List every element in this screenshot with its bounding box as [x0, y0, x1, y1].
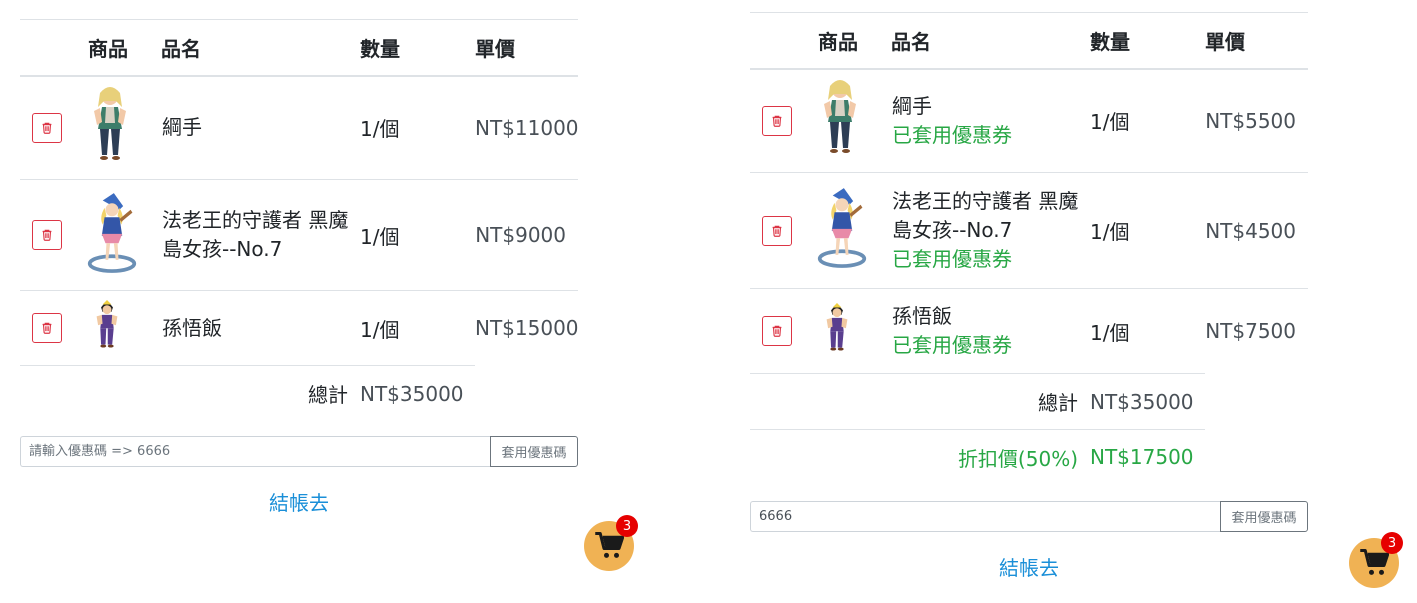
trash-icon	[770, 324, 784, 338]
table-row: 法老王的守護者 黑魔島女孩--No.7 已套用優惠券 1/個 NT$4500	[750, 172, 1308, 289]
header-name: 品名	[891, 12, 1090, 70]
product-name: 法老王的守護者 黑魔島女孩--No.7	[892, 189, 1079, 242]
total-row: 總計 NT$35000	[750, 373, 1308, 430]
cart-count-badge: 3	[616, 515, 638, 537]
delete-button[interactable]	[32, 112, 62, 143]
header-product: 商品	[808, 12, 891, 70]
cart-table-header: 商品 品名 數量 單價	[750, 12, 1308, 70]
trash-icon	[40, 121, 54, 135]
coupon-input[interactable]	[750, 500, 1220, 532]
apply-coupon-button[interactable]: 套用優惠碼	[1220, 500, 1308, 532]
header-qty: 數量	[1090, 12, 1205, 70]
discount-value: NT$17500	[1090, 429, 1205, 485]
table-row: 孫悟飯 1/個 NT$15000	[20, 290, 579, 366]
cart-panel-before-coupon: 商品 品名 數量 單價 綱手 1/個 NT$11000 法老王的守護者 黑魔島女…	[20, 19, 579, 516]
cart-count-badge: 3	[1381, 532, 1403, 554]
checkout-link[interactable]: 結帳去	[20, 487, 578, 516]
total-label: 總計	[20, 365, 360, 422]
delete-button[interactable]	[762, 316, 792, 346]
table-row: 綱手 1/個 NT$11000	[20, 76, 579, 180]
product-price: NT$7500	[1205, 288, 1308, 374]
product-name: 法老王的守護者 黑魔島女孩--No.7	[162, 208, 349, 261]
coupon-applied-note: 已套用優惠券	[892, 333, 1012, 357]
coupon-applied-note: 已套用優惠券	[892, 247, 1012, 271]
table-row: 法老王的守護者 黑魔島女孩--No.7 1/個 NT$9000	[20, 179, 578, 291]
delete-button[interactable]	[32, 313, 62, 343]
trash-icon	[770, 114, 784, 128]
product-name: 孫悟飯	[162, 315, 222, 340]
product-price: NT$9000	[475, 179, 578, 291]
product-qty: 1/個	[1090, 220, 1130, 244]
product-price: NT$4500	[1205, 172, 1308, 289]
trash-icon	[770, 224, 784, 238]
table-row: 綱手 已套用優惠券 1/個 NT$5500	[750, 69, 1308, 173]
table-row: 孫悟飯 已套用優惠券 1/個 NT$7500	[750, 288, 1308, 374]
cart-table: 商品 品名 數量 單價 綱手 已套用優惠券 1/個 NT$5500 法老王的守護…	[750, 12, 1308, 485]
product-qty: 1/個	[360, 317, 400, 342]
cart-fab-button[interactable]: 3	[584, 515, 638, 571]
product-image-gohan	[92, 300, 122, 352]
product-price: NT$11000	[475, 115, 579, 140]
product-image-dark-magician-girl	[816, 185, 868, 271]
delete-button[interactable]	[762, 215, 792, 246]
shopping-cart-icon	[594, 531, 624, 561]
product-qty: 1/個	[360, 117, 400, 142]
total-value: NT$35000	[1090, 373, 1205, 430]
coupon-input-group: 套用優惠碼	[750, 500, 1308, 532]
product-image-tsunade	[86, 85, 134, 165]
checkout-link[interactable]: 結帳去	[750, 552, 1308, 581]
product-image-tsunade	[816, 78, 864, 158]
trash-icon	[40, 321, 54, 335]
coupon-input-group: 套用優惠碼	[20, 435, 578, 467]
shopping-cart-icon	[1359, 548, 1389, 578]
product-price: NT$15000	[475, 290, 579, 366]
apply-coupon-button[interactable]: 套用優惠碼	[490, 435, 578, 467]
product-name: 孫悟飯	[892, 304, 952, 328]
header-delete	[750, 12, 808, 70]
product-image-gohan	[822, 303, 852, 355]
product-name: 綱手	[892, 93, 932, 118]
header-delete	[20, 19, 78, 77]
product-qty: 1/個	[1090, 110, 1130, 135]
header-price: 單價	[475, 19, 578, 77]
discount-label: 折扣價(50%)	[750, 429, 1090, 485]
product-price: NT$5500	[1205, 108, 1296, 133]
product-qty: 1/個	[1090, 320, 1130, 345]
header-price: 單價	[1205, 12, 1308, 70]
header-product: 商品	[78, 19, 161, 77]
cart-panel-after-coupon: 商品 品名 數量 單價 綱手 已套用優惠券 1/個 NT$5500 法老王的守護…	[750, 12, 1308, 581]
cart-fab-button[interactable]: 3	[1349, 532, 1403, 588]
total-label: 總計	[750, 373, 1090, 430]
discount-row: 折扣價(50%) NT$17500	[750, 429, 1308, 485]
product-image-dark-magician-girl	[86, 190, 138, 276]
product-qty: 1/個	[360, 224, 400, 249]
coupon-input[interactable]	[20, 435, 490, 467]
delete-button[interactable]	[762, 105, 792, 136]
trash-icon	[40, 228, 54, 242]
delete-button[interactable]	[32, 220, 62, 250]
product-name: 綱手	[162, 115, 202, 140]
header-qty: 數量	[360, 19, 475, 77]
cart-table-header: 商品 品名 數量 單價	[20, 19, 578, 77]
coupon-applied-note: 已套用優惠券	[892, 122, 1012, 147]
total-value: NT$35000	[360, 365, 475, 422]
total-row: 總計 NT$35000	[20, 365, 578, 422]
header-name: 品名	[161, 19, 360, 77]
cart-table: 商品 品名 數量 單價 綱手 1/個 NT$11000 法老王的守護者 黑魔島女…	[20, 19, 579, 422]
